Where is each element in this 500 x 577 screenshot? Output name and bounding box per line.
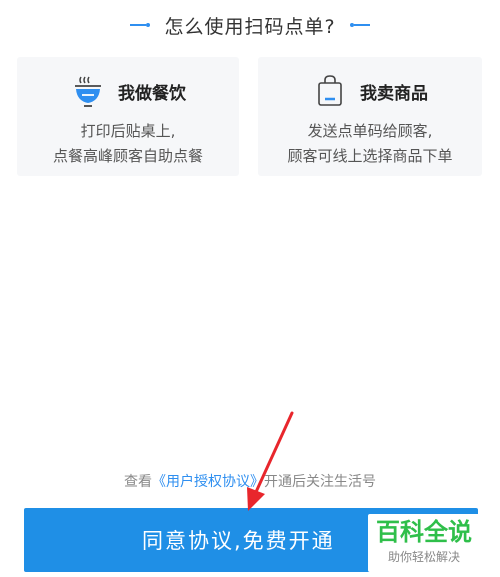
bowl-icon <box>70 73 106 109</box>
card-retail-desc-1: 发送点单码给顾客, <box>307 122 433 140</box>
watermark-sub-text: 助你轻松解决 <box>387 550 460 564</box>
agreement-text: 查看《用户授权协议》开通后关注生活号 <box>0 471 500 491</box>
card-retail[interactable]: 我卖商品 发送点单码给顾客, 顾客可线上选择商品下单 <box>258 57 482 176</box>
agree-and-activate-label: 同意协议,免费开通 <box>142 529 335 553</box>
card-catering-label: 我做餐饮 <box>118 83 186 104</box>
section-title: 怎么使用扫码点单? <box>164 15 336 38</box>
shopping-bag-icon <box>312 73 348 109</box>
card-retail-label: 我卖商品 <box>360 83 428 104</box>
section-header: 怎么使用扫码点单? <box>0 10 500 40</box>
watermark-logo: 百科全说 助你轻松解决 <box>368 514 480 572</box>
card-retail-desc-2: 顾客可线上选择商品下单 <box>287 147 453 165</box>
user-agreement-link[interactable]: 《用户授权协议》 <box>152 474 264 490</box>
title-decoration-left <box>130 23 151 27</box>
card-catering-desc-2: 点餐高峰顾客自助点餐 <box>52 147 203 165</box>
agreement-prefix: 查看 <box>124 474 152 490</box>
title-decoration-right <box>349 23 370 27</box>
agreement-suffix: 开通后关注生活号 <box>264 474 376 490</box>
card-catering-desc-1: 打印后贴桌上, <box>80 122 176 140</box>
card-catering[interactable]: 我做餐饮 打印后贴桌上, 点餐高峰顾客自助点餐 <box>17 57 239 176</box>
watermark-main-text: 百科全说 <box>376 518 472 546</box>
